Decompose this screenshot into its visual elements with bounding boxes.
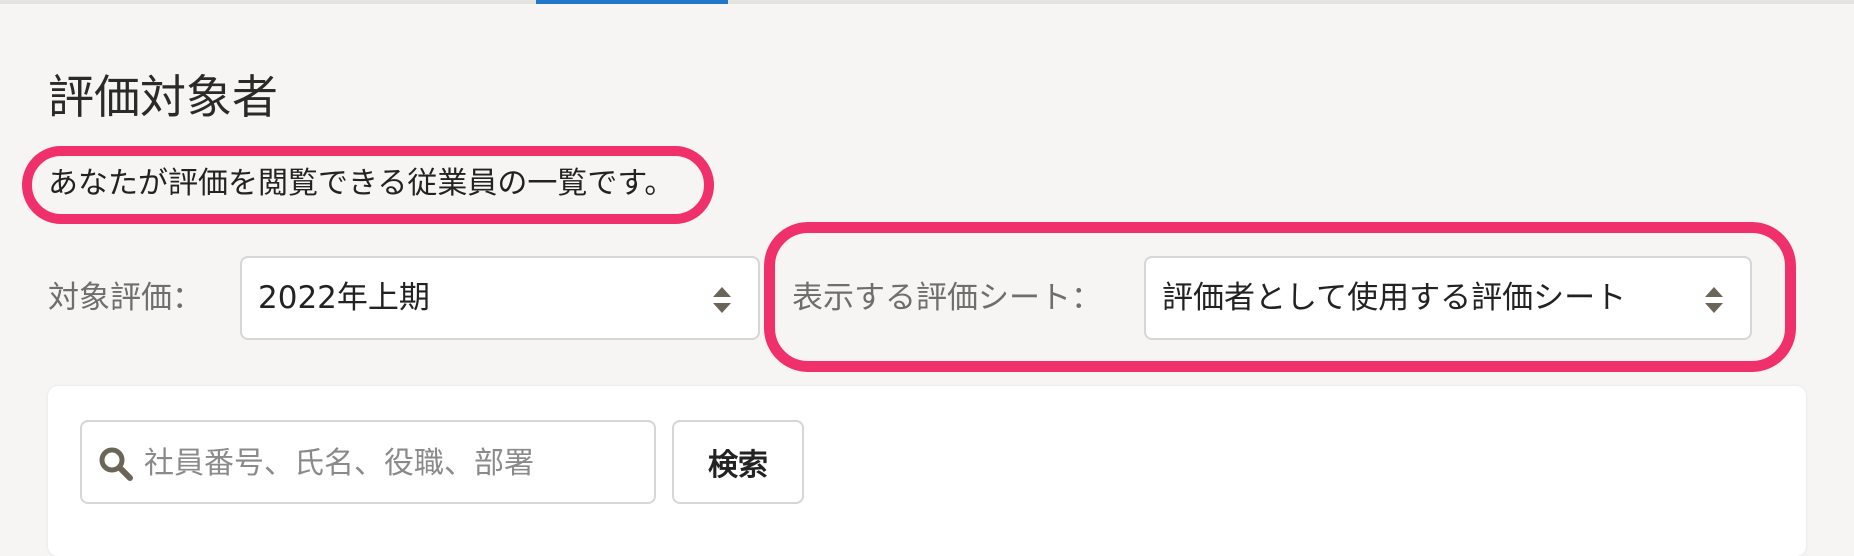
top-divider [0, 0, 1854, 4]
search-icon [99, 447, 133, 481]
target-evaluation-value: 2022年上期 [258, 280, 430, 316]
display-sheet-value: 評価者として使用する評価シート [1162, 280, 1627, 316]
active-tab-indicator [536, 0, 728, 4]
target-evaluation-select[interactable]: 2022年上期 [240, 256, 760, 340]
display-sheet-label: 表示する評価シート： [792, 280, 1102, 316]
search-button[interactable]: 検索 [672, 420, 804, 504]
select-arrows-icon [713, 287, 731, 313]
page-title: 評価対象者 [48, 70, 278, 124]
page-description: あなたが評価を閲覧できる従業員の一覧です。 [48, 166, 675, 201]
search-box[interactable] [80, 420, 656, 504]
search-input[interactable] [142, 436, 636, 490]
search-panel: 検索 [48, 386, 1806, 556]
display-sheet-select[interactable]: 評価者として使用する評価シート [1144, 256, 1752, 340]
select-arrows-icon [1705, 287, 1723, 313]
target-evaluation-label: 対象評価： [48, 280, 203, 316]
